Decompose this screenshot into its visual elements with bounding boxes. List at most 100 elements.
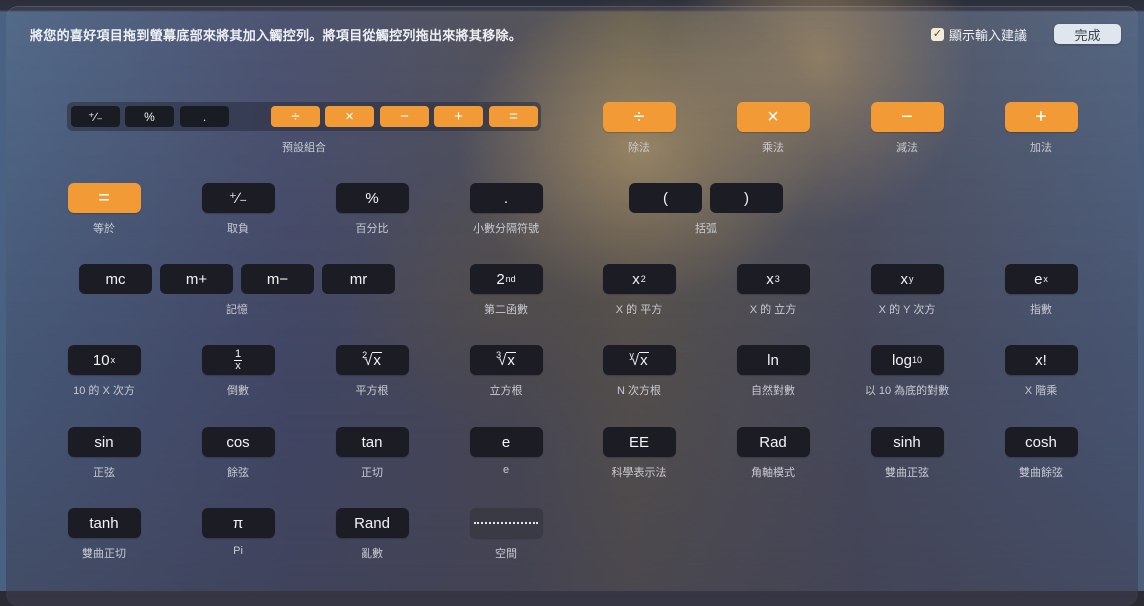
item-nroot[interactable]: y √ x N 次方根: [602, 345, 676, 398]
log10-key[interactable]: log 10: [870, 345, 944, 375]
item-tanh[interactable]: tanh 雙曲正切: [67, 508, 141, 561]
reciprocal-numerator: 1: [233, 347, 243, 361]
item-second[interactable]: 2nd 第二函數: [469, 264, 543, 317]
divide-caption: 除法: [628, 142, 650, 154]
equals-key[interactable]: =: [67, 183, 141, 213]
sqrt-caption: 平方根: [355, 385, 389, 397]
sinh-key[interactable]: sinh: [870, 427, 944, 457]
close-paren-key[interactable]: ): [710, 183, 783, 213]
second-function-key[interactable]: 2nd: [469, 264, 543, 294]
item-cosh[interactable]: cosh 雙曲餘弦: [1004, 427, 1078, 480]
cube-root-key[interactable]: 3 √ x: [469, 345, 543, 375]
memory-caption: 記憶: [226, 304, 248, 316]
item-percent[interactable]: % 百分比: [335, 183, 409, 236]
space-key[interactable]: [469, 508, 543, 538]
exp-key[interactable]: ex: [1004, 264, 1078, 294]
square-root-key[interactable]: 2 √ x: [335, 345, 409, 375]
item-reciprocal[interactable]: 1x 倒數: [201, 345, 275, 398]
item-sqrt[interactable]: 2 √ x 平方根: [335, 345, 409, 398]
sin-key[interactable]: sin: [67, 427, 141, 457]
open-paren-key[interactable]: (: [629, 183, 702, 213]
item-factorial[interactable]: x! X 階乘: [1004, 345, 1078, 398]
ee-key[interactable]: EE: [602, 427, 676, 457]
sqrt-radicand: x: [372, 351, 382, 369]
item-ee[interactable]: EE 科學表示法: [602, 427, 676, 480]
item-log10[interactable]: log 10 以 10 為底的對數: [865, 345, 949, 398]
item-tan[interactable]: tan 正切: [335, 427, 409, 480]
factorial-key[interactable]: x!: [1004, 345, 1078, 375]
decimal-key[interactable]: .: [469, 183, 543, 213]
memory-add-key[interactable]: m+: [160, 264, 233, 294]
rand-key[interactable]: Rand: [335, 508, 409, 538]
negate-caption: 取負: [227, 223, 249, 235]
power-sup: y: [909, 274, 914, 284]
item-add[interactable]: + 加法: [1004, 102, 1078, 155]
item-subtract[interactable]: − 減法: [870, 102, 944, 155]
item-sinh[interactable]: sinh 雙曲正弦: [870, 427, 944, 480]
dotted-space-icon: [474, 522, 538, 524]
preset-divide-key: ÷: [271, 106, 320, 127]
item-pi[interactable]: π Pi: [201, 508, 275, 557]
log10-base: log: [891, 351, 912, 369]
memory-recall-key[interactable]: mr: [322, 264, 395, 294]
power-key[interactable]: xy: [870, 264, 944, 294]
ten-power-sup: x: [110, 355, 116, 365]
item-sin[interactable]: sin 正弦: [67, 427, 141, 480]
ln-key[interactable]: ln: [736, 345, 810, 375]
radical-icon: √: [498, 351, 507, 369]
item-cbrt[interactable]: 3 √ x 立方根: [469, 345, 543, 398]
item-square[interactable]: x2 X 的 平方: [602, 264, 676, 317]
show-suggestions-checkbox[interactable]: ✓ 顯示輸入建議: [931, 25, 1027, 44]
multiply-key[interactable]: ×: [736, 102, 810, 132]
cos-key[interactable]: cos: [201, 427, 275, 457]
space-caption: 空間: [495, 548, 517, 560]
tan-key[interactable]: tan: [335, 427, 409, 457]
percent-key[interactable]: %: [335, 183, 409, 213]
item-ten-power[interactable]: 10 x 10 的 X 次方: [67, 345, 141, 398]
checkmark-icon[interactable]: ✓: [931, 28, 944, 41]
item-rand[interactable]: Rand 亂數: [335, 508, 409, 561]
item-decimal[interactable]: . 小數分隔符號: [469, 183, 543, 236]
power-base: x: [900, 270, 909, 288]
rad-key[interactable]: Rad: [736, 427, 810, 457]
square-caption: X 的 平方: [615, 304, 663, 316]
reciprocal-key[interactable]: 1x: [201, 345, 275, 375]
item-ln[interactable]: ln 自然對數: [736, 345, 810, 398]
item-negate[interactable]: ⁺∕₋ 取負: [201, 183, 275, 236]
e-key[interactable]: e: [469, 427, 543, 457]
preset-negate-key: ⁺∕₋: [71, 106, 120, 127]
square-base: x: [632, 270, 640, 288]
sinh-caption: 雙曲正弦: [885, 467, 929, 479]
preset-multiply-key: ×: [325, 106, 374, 127]
tan-caption: 正切: [361, 467, 383, 479]
item-cube[interactable]: x3 X 的 立方: [736, 264, 810, 317]
preset-caption: 預設組合: [282, 142, 326, 154]
tanh-key[interactable]: tanh: [67, 508, 141, 538]
item-exp[interactable]: ex 指數: [1004, 264, 1078, 317]
nth-root-key[interactable]: y √ x: [602, 345, 676, 375]
preset-equals-key: =: [489, 106, 538, 127]
item-equals[interactable]: = 等於: [67, 183, 141, 236]
subtract-key[interactable]: −: [870, 102, 944, 132]
cube-key[interactable]: x3: [736, 264, 810, 294]
preset-set[interactable]: ⁺∕₋ % . ÷ × − + =: [67, 102, 541, 131]
item-divide[interactable]: ÷ 除法: [602, 102, 676, 155]
add-key[interactable]: +: [1004, 102, 1078, 132]
cbrt-caption: 立方根: [489, 385, 523, 397]
memory-clear-key[interactable]: mc: [79, 264, 152, 294]
item-rad[interactable]: Rad 角軸模式: [736, 427, 810, 480]
item-e[interactable]: e e: [469, 427, 543, 476]
item-space[interactable]: 空間: [469, 508, 543, 561]
divide-key[interactable]: ÷: [602, 102, 676, 132]
rand-caption: 亂數: [361, 548, 383, 560]
item-power[interactable]: xy X 的 Y 次方: [870, 264, 944, 317]
pi-key[interactable]: π: [201, 508, 275, 538]
item-cos[interactable]: cos 餘弦: [201, 427, 275, 480]
negate-key[interactable]: ⁺∕₋: [201, 183, 275, 213]
item-multiply[interactable]: × 乘法: [736, 102, 810, 155]
done-button[interactable]: 完成: [1054, 24, 1121, 44]
cosh-key[interactable]: cosh: [1004, 427, 1078, 457]
ten-power-key[interactable]: 10 x: [67, 345, 141, 375]
memory-subtract-key[interactable]: m−: [241, 264, 314, 294]
square-key[interactable]: x2: [602, 264, 676, 294]
